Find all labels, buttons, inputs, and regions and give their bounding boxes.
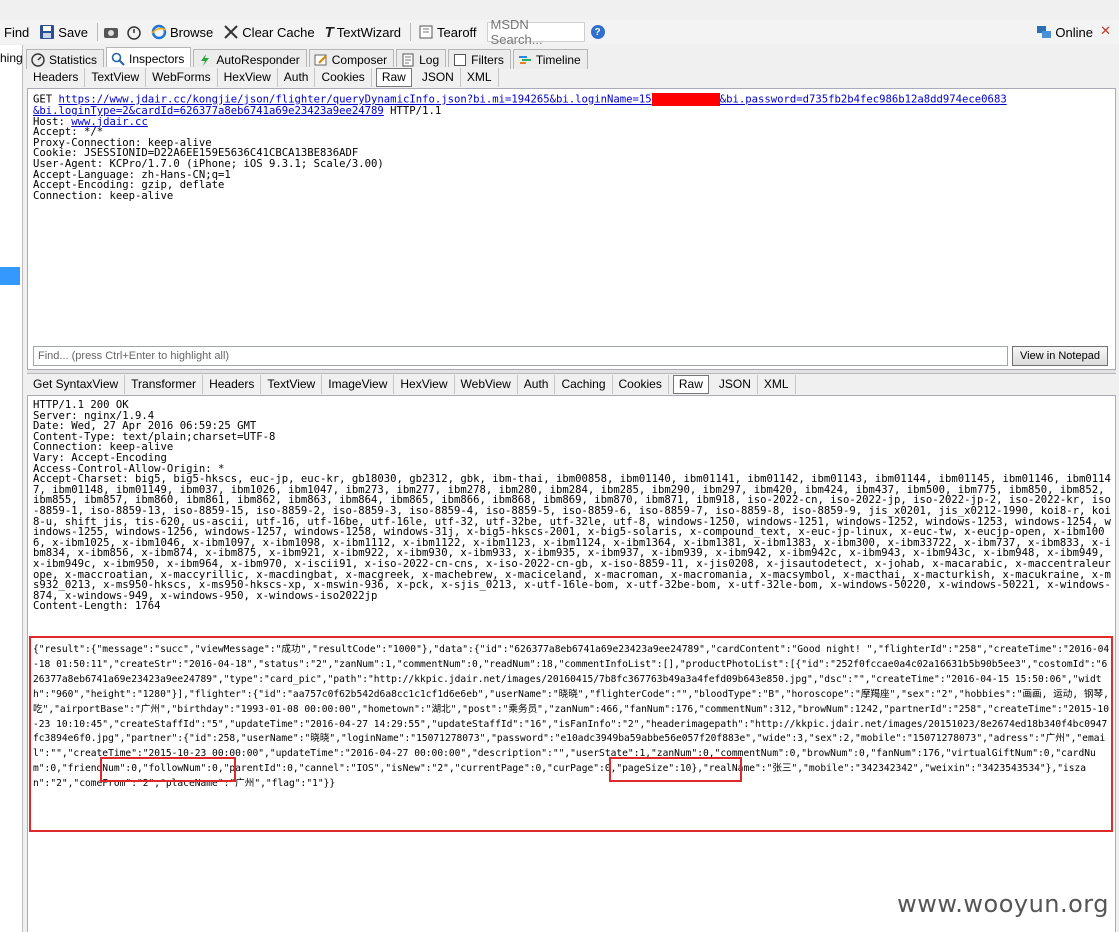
- clear-cache-icon: [224, 25, 239, 39]
- request-protocol: HTTP/1.1: [383, 105, 442, 117]
- save-label: Save: [58, 24, 88, 40]
- find-button[interactable]: Find: [0, 21, 35, 43]
- request-tab-textview[interactable]: TextView: [85, 67, 147, 87]
- tab-inspectors[interactable]: Inspectors: [106, 47, 192, 69]
- response-tab-webview[interactable]: WebView: [455, 374, 518, 394]
- response-headers-text[interactable]: HTTP/1.1 200 OK Server: nginx/1.9.4 Date: …: [33, 400, 1113, 612]
- request-tab-headers[interactable]: Headers: [27, 67, 86, 87]
- network-icon: [1037, 26, 1052, 38]
- close-icon[interactable]: ✕: [1100, 23, 1111, 39]
- text-wizard-button[interactable]: T TextWizard: [321, 21, 407, 43]
- login-name-highlight: [100, 757, 236, 782]
- request-tab-raw[interactable]: Raw: [375, 67, 412, 87]
- tearoff-label: Tearoff: [437, 24, 477, 40]
- camera-button[interactable]: [101, 21, 124, 43]
- timer-button[interactable]: [124, 21, 147, 43]
- response-tab-caching[interactable]: Caching: [555, 374, 613, 394]
- toolbar-divider: [96, 23, 98, 41]
- tab-label: Inspectors: [129, 51, 185, 66]
- response-inspector-tabs: Get SyntaxView Transformer Headers TextV…: [27, 374, 796, 394]
- statistics-icon: [31, 52, 45, 67]
- request-tab-webforms[interactable]: WebForms: [146, 67, 218, 87]
- tab-statistics[interactable]: Statistics: [26, 49, 105, 69]
- response-tab-imageview[interactable]: ImageView: [322, 374, 395, 394]
- tab-label: Log: [419, 52, 440, 67]
- request-tab-cookies[interactable]: Cookies: [315, 67, 372, 87]
- response-tab-cookies[interactable]: Cookies: [613, 374, 669, 394]
- clear-cache-button[interactable]: Clear Cache: [219, 21, 320, 43]
- text-wizard-label: TextWizard: [336, 24, 402, 40]
- sessions-list[interactable]: hing: [0, 45, 23, 932]
- browse-label: Browse: [169, 24, 214, 40]
- selected-session-row[interactable]: [0, 267, 20, 285]
- request-inspector-tabs: Headers TextView WebForms HexView Auth C…: [27, 67, 499, 87]
- response-tab-transformer[interactable]: Transformer: [125, 374, 204, 394]
- camera-icon: [103, 28, 118, 38]
- sessions-tab-fragment[interactable]: hing: [0, 51, 23, 65]
- response-tab-headers[interactable]: Headers: [203, 374, 262, 394]
- response-header-line: Content-Type: text/plain;charset=UTF-8: [33, 430, 276, 443]
- tearoff-button[interactable]: Tearoff: [414, 21, 483, 43]
- checkbox-icon: [454, 53, 467, 66]
- tab-log[interactable]: Log: [396, 49, 447, 69]
- response-tab-auth[interactable]: Auth: [518, 374, 556, 394]
- content-length-line: Content-Length: 1764: [33, 600, 161, 613]
- response-tab-hexview[interactable]: HexView: [394, 374, 455, 394]
- inspectors-icon: [111, 52, 125, 66]
- log-icon: [402, 53, 414, 66]
- clear-cache-label: Clear Cache: [242, 24, 315, 40]
- find-label: Find: [4, 24, 30, 40]
- online-indicator[interactable]: Online: [1036, 20, 1093, 44]
- mobile-highlight: [609, 757, 742, 782]
- tab-label: Composer: [331, 52, 388, 67]
- ie-icon: [151, 24, 167, 40]
- response-tab-raw[interactable]: Raw: [672, 374, 709, 394]
- view-in-notepad-button[interactable]: View in Notepad: [1012, 346, 1108, 366]
- tab-composer[interactable]: Composer: [308, 49, 395, 69]
- msdn-search-input[interactable]: MSDN Search...: [486, 17, 585, 47]
- tab-label: AutoResponder: [216, 52, 300, 67]
- browse-button[interactable]: Browse: [147, 21, 219, 43]
- save-button[interactable]: Save: [35, 21, 94, 43]
- tab-label: Timeline: [535, 52, 581, 67]
- request-tab-xml[interactable]: XML: [461, 67, 499, 87]
- redaction-mark: [651, 93, 720, 106]
- main-tab-bar: Statistics Inspectors AutoResponder Comp…: [26, 47, 590, 69]
- accept-charset-line: Accept-Charset: big5, big5-hkscs, euc-jp…: [33, 473, 1111, 602]
- request-tab-json[interactable]: JSON: [416, 67, 461, 87]
- request-header-line: Connection: keep-alive: [33, 189, 174, 202]
- lightning-icon: [201, 53, 210, 66]
- response-header-line: Connection: keep-alive: [33, 441, 174, 454]
- request-tab-auth[interactable]: Auth: [278, 67, 316, 87]
- tab-filters[interactable]: Filters: [448, 49, 511, 69]
- find-input[interactable]: Find... (press Ctrl+Enter to highlight a…: [33, 346, 1008, 366]
- tearoff-icon: [419, 25, 433, 39]
- request-url-part1[interactable]: https://www.jdair.cc/kongjie/json/flight…: [59, 94, 652, 106]
- text-wizard-icon: T: [324, 23, 334, 41]
- tab-label: Statistics: [49, 52, 98, 67]
- request-raw-text[interactable]: GET https://www.jdair.cc/kongjie/json/fl…: [33, 93, 1113, 201]
- response-tab-textview[interactable]: TextView: [261, 374, 323, 394]
- response-tab-xml[interactable]: XML: [758, 374, 796, 394]
- tab-autoresponder[interactable]: AutoResponder: [193, 49, 307, 69]
- request-method: GET: [33, 93, 53, 106]
- tab-timeline[interactable]: Timeline: [512, 49, 588, 69]
- response-tab-syntaxview[interactable]: Get SyntaxView: [27, 374, 126, 394]
- save-icon: [40, 25, 55, 39]
- timer-icon: [127, 26, 141, 40]
- request-url-part2[interactable]: &bi.password=d735fb2b4fec986b12a8dd974ec…: [720, 94, 1007, 106]
- main-toolbar: Find Save Browse Clear Cache T TextWizar…: [0, 17, 1119, 47]
- online-label: Online: [1055, 24, 1093, 40]
- response-header-line: HTTP/1.1 200 OK: [33, 399, 129, 411]
- response-header-line: Vary: Accept-Encoding: [33, 451, 167, 464]
- request-tab-hexview[interactable]: HexView: [218, 67, 278, 87]
- tab-label: Filters: [471, 52, 504, 67]
- response-tab-json[interactable]: JSON: [713, 374, 758, 394]
- composer-icon: [314, 54, 327, 65]
- help-icon[interactable]: ?: [590, 25, 605, 39]
- toolbar-divider: [410, 23, 412, 41]
- timeline-icon: [518, 55, 531, 64]
- watermark: www.wooyun.org: [897, 890, 1109, 918]
